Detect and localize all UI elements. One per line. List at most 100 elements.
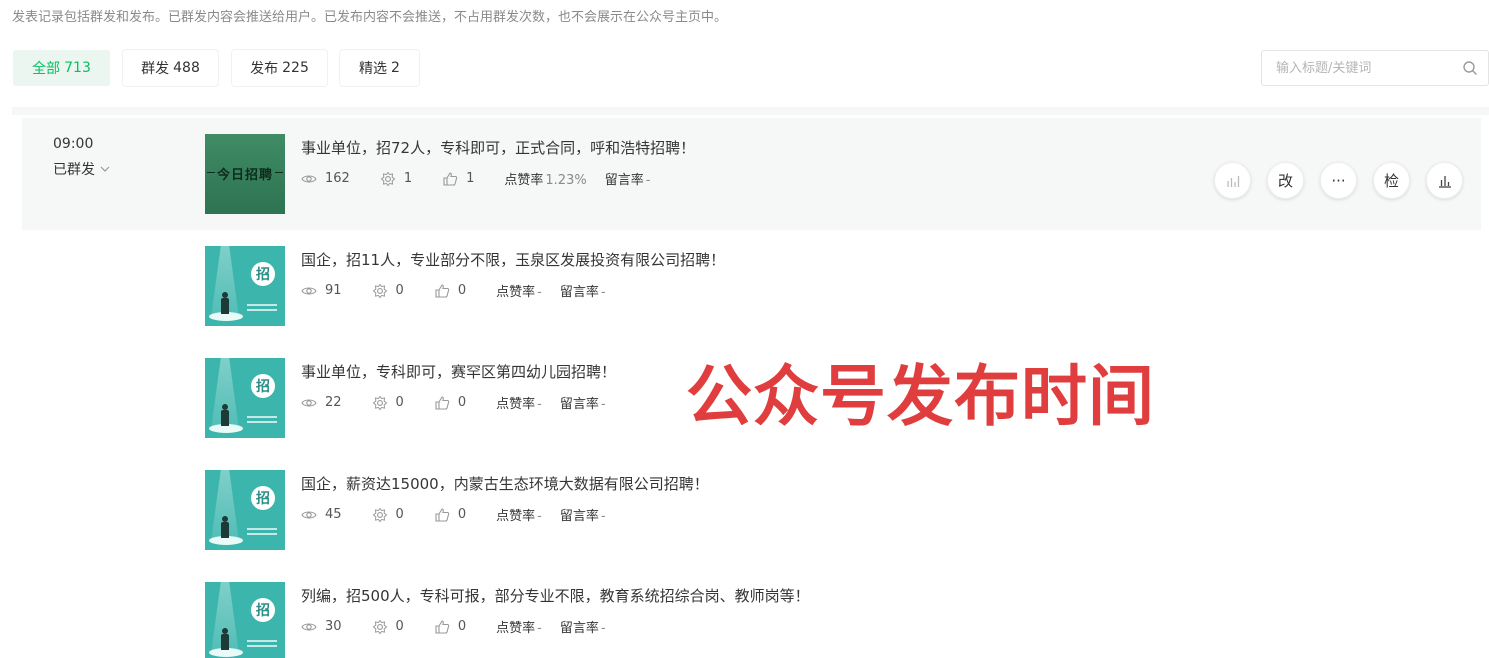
cover-line (247, 416, 277, 418)
article-row[interactable]: 招 列编，招500人，专科可报，部分专业不限，教育系统招综合岗、教师岗等！ 30… (0, 566, 1489, 658)
tab-mass-send[interactable]: 群发 488 (123, 50, 218, 86)
views-stat: 30 (301, 619, 342, 635)
article-row[interactable]: 招 国企，薪资达15000，内蒙古生态环境大数据有限公司招聘！ 45 0 0 点… (0, 454, 1489, 566)
shares-stat: 0 (372, 283, 404, 299)
tab-count: 488 (173, 60, 200, 76)
likes-count: 0 (457, 395, 467, 410)
like-rate: 点赞率 - (496, 281, 542, 300)
likes-stat: 0 (434, 283, 466, 299)
cover-figure (221, 410, 229, 426)
tab-label: 全部 (32, 61, 61, 77)
article-title[interactable]: 列编，招500人，专科可报，部分专业不限，教育系统招综合岗、教师岗等！ (301, 585, 810, 606)
thumbs-up-icon (435, 619, 449, 634)
eye-icon (301, 622, 317, 631)
article-row[interactable]: 09:00 已群发 今日招聘 事业单位，招72人，专科即可，正式合同，呼和浩特招… (22, 118, 1481, 230)
search-box (1261, 50, 1489, 86)
comment-rate-label: 留言率 (559, 509, 599, 524)
publish-status[interactable]: 已群发 (53, 159, 111, 179)
article-title[interactable]: 事业单位，专科即可，赛罕区第四幼儿园招聘！ (301, 361, 616, 382)
cover-line (247, 309, 277, 311)
tab-count: 225 (282, 60, 309, 76)
stats-button[interactable] (1426, 162, 1463, 199)
likes-stat: 0 (434, 619, 466, 635)
like-rate: 点赞率 - (496, 505, 542, 524)
comment-rate: 留言率 - (560, 617, 606, 636)
like-rate-value: - (537, 509, 542, 524)
eye-icon (301, 286, 317, 295)
filter-bar: 全部 713 群发 488 发布 225 精选 2 (0, 44, 1489, 96)
views-stat: 91 (301, 283, 342, 299)
shares-count: 0 (395, 619, 404, 634)
shares-count: 0 (395, 507, 404, 522)
article-title[interactable]: 国企，招11人，专业部分不限，玉泉区发展投资有限公司招聘！ (301, 249, 725, 270)
comment-rate-label: 留言率 (604, 173, 644, 188)
article-row[interactable]: 招 国企，招11人，专业部分不限，玉泉区发展投资有限公司招聘！ 91 0 0 点… (0, 230, 1489, 342)
shares-count: 0 (395, 395, 404, 410)
article-cover[interactable]: 招 (205, 582, 285, 658)
share-icon (372, 283, 387, 298)
data-button[interactable] (1214, 162, 1251, 199)
tab-all[interactable]: 全部 713 (13, 50, 110, 86)
search-input[interactable] (1276, 51, 1456, 85)
comment-rate-value: - (600, 397, 606, 412)
views-stat: 22 (301, 395, 342, 411)
overlay-caption: 公众号发布时间 (686, 358, 1155, 435)
thumbs-up-icon (435, 283, 449, 298)
article-stats: 162 1 1 点赞率 1.23% 留言率 - (301, 169, 668, 188)
tab-label: 精选 (359, 61, 388, 77)
shares-stat: 1 (380, 171, 412, 187)
likes-count: 0 (457, 507, 467, 522)
edit-button[interactable]: 改 (1267, 162, 1304, 199)
cover-figure (221, 298, 229, 314)
publish-notice: 发表记录包括群发和发布。已群发内容会推送给用户。已发布内容不会推送，不占用群发次… (12, 10, 728, 25)
cover-line (247, 421, 277, 423)
shares-count: 1 (403, 171, 413, 186)
shares-count: 0 (395, 283, 404, 298)
shares-stat: 0 (372, 619, 404, 635)
cover-text: 招 (251, 598, 275, 622)
tab-publish[interactable]: 发布 225 (232, 50, 327, 86)
row-actions: 改 ··· 检 (1214, 162, 1463, 199)
bar-chart-icon (1226, 175, 1239, 187)
comment-rate: 留言率 - (605, 169, 651, 188)
comment-rate-value: - (600, 509, 606, 524)
article-title[interactable]: 国企，薪资达15000，内蒙古生态环境大数据有限公司招聘！ (301, 473, 709, 494)
section-divider (12, 107, 1489, 115)
more-button[interactable]: ··· (1320, 162, 1357, 199)
cover-text: 今日招聘 (216, 168, 273, 183)
tab-label: 发布 (250, 61, 279, 77)
cover-text: 招 (251, 262, 275, 286)
article-cover[interactable]: 今日招聘 (205, 134, 285, 214)
article-stats: 30 0 0 点赞率 - 留言率 - (301, 617, 624, 636)
cover-line (247, 528, 277, 530)
publish-time: 09:00 (53, 136, 94, 152)
article-cover[interactable]: 招 (205, 470, 285, 550)
search-icon[interactable] (1462, 60, 1478, 76)
views-count: 91 (325, 283, 342, 298)
like-rate-value: - (537, 285, 542, 300)
article-stats: 22 0 0 点赞率 - 留言率 - (301, 393, 624, 412)
cover-line (247, 533, 277, 535)
shares-stat: 0 (372, 507, 404, 523)
comment-rate-label: 留言率 (559, 621, 599, 636)
article-cover[interactable]: 招 (205, 358, 285, 438)
article-cover[interactable]: 招 (205, 246, 285, 326)
cover-figure (221, 522, 229, 538)
check-button[interactable]: 检 (1373, 162, 1410, 199)
tab-label: 群发 (141, 61, 170, 77)
comment-rate-label: 留言率 (559, 397, 599, 412)
comment-rate: 留言率 - (560, 505, 606, 524)
views-stat: 45 (301, 507, 342, 523)
like-rate-value: - (537, 621, 542, 636)
comment-rate: 留言率 - (560, 281, 606, 300)
comment-rate: 留言率 - (560, 393, 606, 412)
like-rate-value: - (537, 397, 542, 412)
thumbs-up-icon (435, 395, 449, 410)
article-title[interactable]: 事业单位，招72人，专科即可，正式合同，呼和浩特招聘！ (301, 137, 695, 158)
likes-count: 0 (457, 619, 467, 634)
like-rate: 点赞率 - (496, 617, 542, 636)
cover-text: 招 (251, 374, 275, 398)
eye-icon (301, 398, 317, 407)
tab-featured[interactable]: 精选 2 (340, 50, 419, 86)
publish-records-page: 发表记录包括群发和发布。已群发内容会推送给用户。已发布内容不会推送，不占用群发次… (0, 0, 1489, 658)
